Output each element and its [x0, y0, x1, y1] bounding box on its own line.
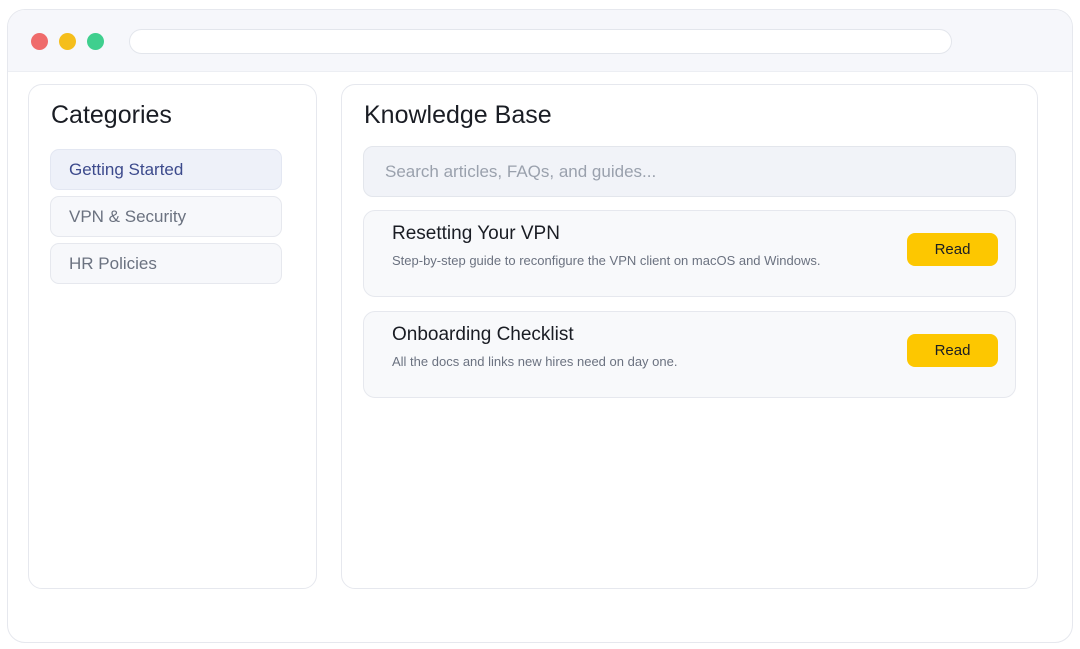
page-title: Knowledge Base: [364, 101, 552, 129]
category-vpn-security[interactable]: VPN & Security: [50, 196, 282, 237]
knowledge-base-panel: Knowledge Base Resetting Your VPN Step-b…: [341, 84, 1038, 589]
article-card: Resetting Your VPN Step-by-step guide to…: [363, 210, 1016, 297]
category-hr-policies[interactable]: HR Policies: [50, 243, 282, 284]
minimize-window-button[interactable]: [59, 33, 76, 50]
article-title: Resetting Your VPN: [392, 223, 560, 244]
maximize-window-button[interactable]: [87, 33, 104, 50]
search-input[interactable]: [363, 146, 1016, 197]
article-description: All the docs and links new hires need on…: [392, 354, 678, 369]
sidebar-title: Categories: [51, 101, 172, 129]
categories-sidebar: Categories Getting Started VPN & Securit…: [28, 84, 317, 589]
article-title: Onboarding Checklist: [392, 324, 574, 345]
read-button[interactable]: Read: [907, 233, 998, 266]
close-window-button[interactable]: [31, 33, 48, 50]
address-bar[interactable]: [129, 29, 952, 54]
read-button[interactable]: Read: [907, 334, 998, 367]
window-titlebar: [8, 10, 1072, 72]
article-description: Step-by-step guide to reconfigure the VP…: [392, 253, 821, 268]
article-card: Onboarding Checklist All the docs and li…: [363, 311, 1016, 398]
category-getting-started[interactable]: Getting Started: [50, 149, 282, 190]
